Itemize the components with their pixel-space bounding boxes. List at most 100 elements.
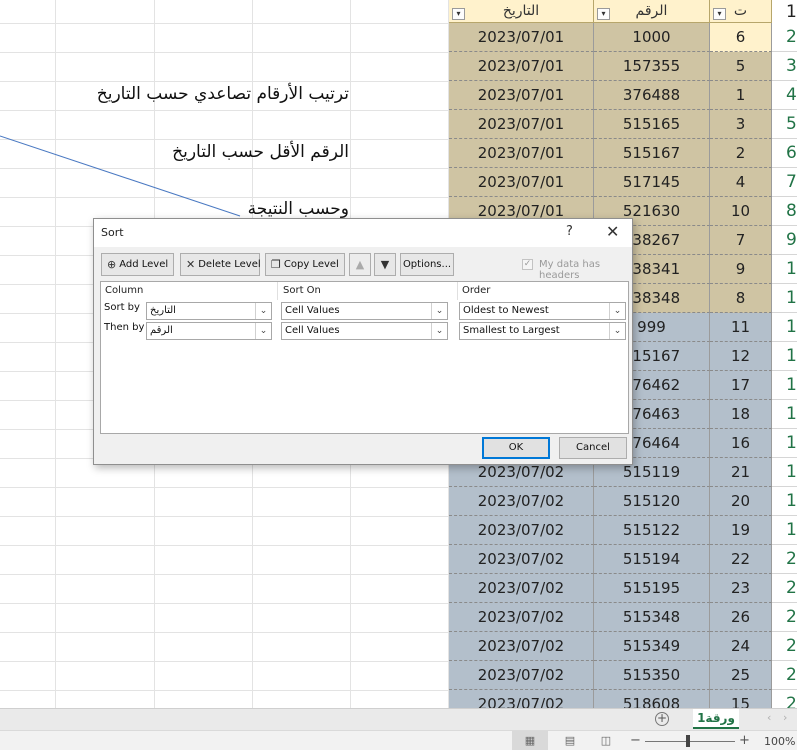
row-header[interactable]: 3 — [772, 52, 797, 81]
cell-index[interactable]: 2 — [710, 139, 772, 168]
row-header[interactable]: 19 — [772, 516, 797, 545]
cell-index[interactable]: 12 — [710, 342, 772, 371]
cell-index[interactable]: 20 — [710, 487, 772, 516]
note-lowest[interactable]: الرقم الأقل حسب التاريخ — [172, 142, 349, 162]
cell-date[interactable]: 2023/07/02 — [449, 632, 594, 661]
cell-index[interactable]: 11 — [710, 313, 772, 342]
cell-index[interactable]: 16 — [710, 429, 772, 458]
cell-number[interactable]: 515165 — [594, 110, 710, 139]
move-down-button[interactable]: ▼ — [374, 253, 396, 276]
row-header[interactable]: 14 — [772, 371, 797, 400]
ok-button[interactable]: OK — [482, 437, 550, 459]
row-header[interactable]: 21 — [772, 574, 797, 603]
cell-number[interactable]: 515350 — [594, 661, 710, 690]
cell-number[interactable]: 515167 — [594, 139, 710, 168]
chevron-down-icon[interactable]: ⌄ — [255, 303, 271, 319]
cell-index[interactable]: 15 — [710, 690, 772, 708]
tab-scroll-left-icon[interactable]: ‹ — [767, 711, 771, 724]
cell-date[interactable]: 2023/07/02 — [449, 603, 594, 632]
plus-circle-icon[interactable]: + — [655, 712, 669, 726]
zoom-in-icon[interactable]: + — [739, 733, 750, 748]
cell-index[interactable]: 9 — [710, 255, 772, 284]
cell-number[interactable]: 517145 — [594, 168, 710, 197]
cell-date[interactable]: 2023/07/01 — [449, 81, 594, 110]
row-header[interactable]: 10 — [772, 255, 797, 284]
cell-index[interactable]: 5 — [710, 52, 772, 81]
row-header[interactable]: 18 — [772, 487, 797, 516]
cell-index[interactable]: 19 — [710, 516, 772, 545]
cell-index[interactable]: 3 — [710, 110, 772, 139]
row-header[interactable]: 8 — [772, 197, 797, 226]
row-header[interactable]: 23 — [772, 632, 797, 661]
cell-number[interactable]: 157355 — [594, 52, 710, 81]
cell-date[interactable]: 2023/07/02 — [449, 545, 594, 574]
cell-index[interactable]: 22 — [710, 545, 772, 574]
header-number[interactable]: الرقم ▾ — [594, 0, 710, 23]
row-header[interactable]: 15 — [772, 400, 797, 429]
row-header-1[interactable]: 1 — [772, 0, 797, 23]
cell-index[interactable]: 1 — [710, 81, 772, 110]
sort-by-column-select[interactable]: التاريخ ⌄ — [146, 302, 272, 320]
sort-by-order-select[interactable]: Oldest to Newest ⌄ — [459, 302, 626, 320]
cell-number[interactable]: 376488 — [594, 81, 710, 110]
cell-index[interactable]: 8 — [710, 284, 772, 313]
chevron-down-icon[interactable]: ⌄ — [255, 323, 271, 339]
cell-number[interactable]: 515348 — [594, 603, 710, 632]
tab-scroll-right-icon[interactable]: › — [783, 711, 787, 724]
cell-number[interactable]: 515122 — [594, 516, 710, 545]
cell-index[interactable]: 24 — [710, 632, 772, 661]
row-header[interactable]: 5 — [772, 110, 797, 139]
cell-index[interactable]: 7 — [710, 226, 772, 255]
row-header[interactable]: 2 — [772, 23, 797, 52]
zoom-level[interactable]: 100% — [764, 735, 795, 748]
sort-by-sort-on-select[interactable]: Cell Values ⌄ — [281, 302, 448, 320]
cell-index[interactable]: 6 — [710, 23, 772, 52]
cell-date[interactable]: 2023/07/01 — [449, 168, 594, 197]
filter-dropdown-icon[interactable]: ▾ — [452, 8, 465, 20]
filter-dropdown-icon[interactable]: ▾ — [597, 8, 610, 20]
cell-date[interactable]: 2023/07/02 — [449, 661, 594, 690]
cell-date[interactable]: 2023/07/01 — [449, 23, 594, 52]
note-result[interactable]: وحسب النتيجة — [248, 199, 349, 219]
row-header[interactable]: 17 — [772, 458, 797, 487]
cell-date[interactable]: 2023/07/02 — [449, 487, 594, 516]
cell-date[interactable]: 2023/07/02 — [449, 574, 594, 603]
add-level-button[interactable]: ⊕ Add Level — [101, 253, 174, 276]
row-header[interactable]: 4 — [772, 81, 797, 110]
cell-index[interactable]: 23 — [710, 574, 772, 603]
cell-index[interactable]: 26 — [710, 603, 772, 632]
delete-level-button[interactable]: ✕ Delete Level — [180, 253, 261, 276]
dialog-titlebar[interactable]: Sort ? ✕ — [94, 219, 632, 247]
cell-number[interactable]: 518608 — [594, 690, 710, 708]
cell-number[interactable]: 515120 — [594, 487, 710, 516]
cell-number[interactable]: 515349 — [594, 632, 710, 661]
cell-index[interactable]: 18 — [710, 400, 772, 429]
cell-date[interactable]: 2023/07/01 — [449, 139, 594, 168]
cell-number[interactable]: 1000 — [594, 23, 710, 52]
normal-view-icon[interactable]: ▦ — [512, 731, 548, 750]
zoom-slider-thumb[interactable] — [686, 735, 690, 747]
row-header[interactable]: 11 — [772, 284, 797, 313]
row-header[interactable]: 25 — [772, 690, 797, 708]
cell-index[interactable]: 21 — [710, 458, 772, 487]
then-by-sort-on-select[interactable]: Cell Values ⌄ — [281, 322, 448, 340]
cell-index[interactable]: 17 — [710, 371, 772, 400]
row-header[interactable]: 7 — [772, 168, 797, 197]
page-break-view-icon[interactable]: ◫ — [598, 734, 614, 748]
row-header[interactable]: 16 — [772, 429, 797, 458]
cell-index[interactable]: 10 — [710, 197, 772, 226]
filter-dropdown-icon[interactable]: ▾ — [713, 8, 726, 20]
header-date[interactable]: التاريخ ▾ — [449, 0, 594, 23]
row-header[interactable]: 9 — [772, 226, 797, 255]
header-index[interactable]: ت ▾ — [710, 0, 772, 23]
row-header[interactable]: 13 — [772, 342, 797, 371]
chevron-down-icon[interactable]: ⌄ — [609, 303, 625, 319]
tab-sheet1[interactable]: ورقة1 — [693, 709, 739, 729]
cell-number[interactable]: 515194 — [594, 545, 710, 574]
chevron-down-icon[interactable]: ⌄ — [431, 303, 447, 319]
copy-level-button[interactable]: ❐ Copy Level — [265, 253, 345, 276]
zoom-slider[interactable] — [645, 741, 735, 742]
cell-date[interactable]: 2023/07/02 — [449, 516, 594, 545]
then-by-order-select[interactable]: Smallest to Largest ⌄ — [459, 322, 626, 340]
cancel-button[interactable]: Cancel — [559, 437, 627, 459]
